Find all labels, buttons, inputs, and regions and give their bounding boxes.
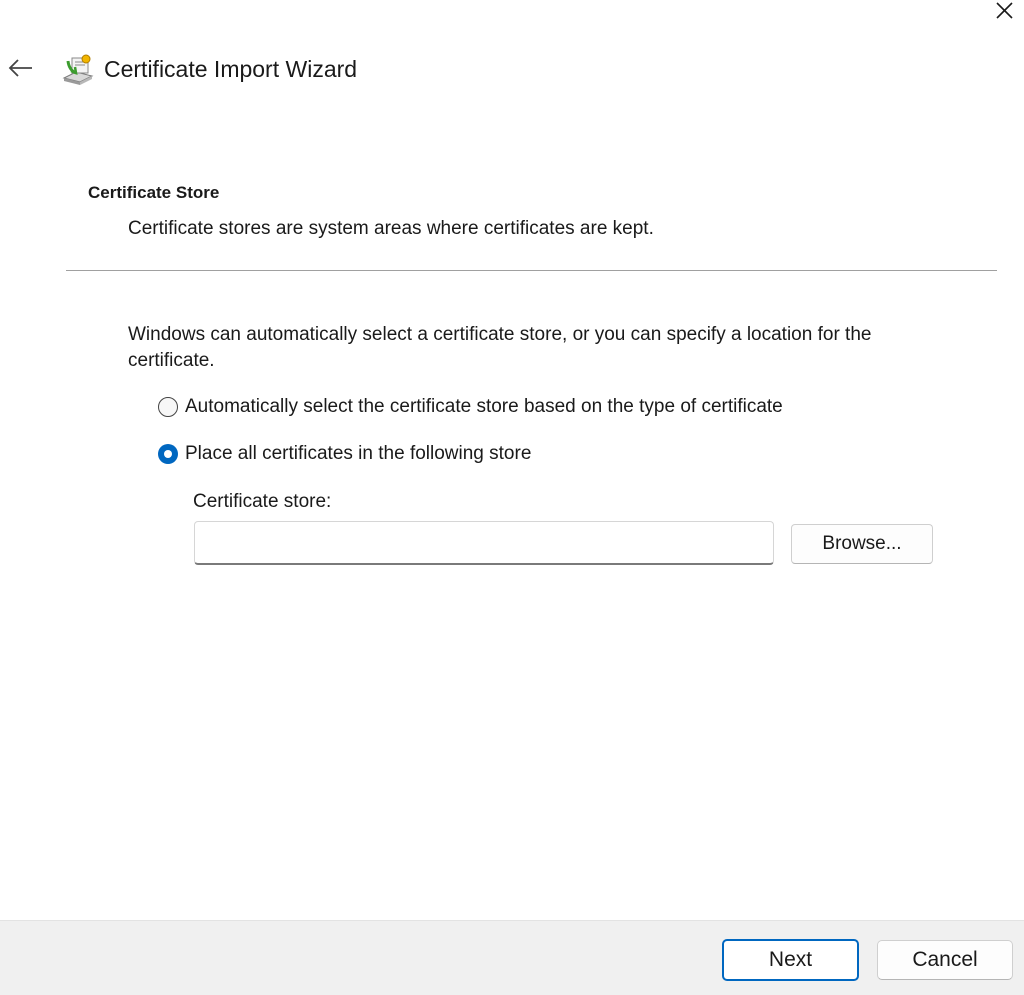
intro-text: Windows can automatically select a certi…: [128, 324, 872, 371]
cancel-button[interactable]: Cancel: [877, 940, 1013, 980]
back-button[interactable]: [4, 54, 36, 82]
certificate-store-label: Certificate store:: [193, 491, 332, 512]
close-button[interactable]: [990, 0, 1018, 24]
divider: [66, 270, 997, 271]
section-heading: Certificate Store: [88, 183, 220, 202]
next-button[interactable]: Next: [722, 939, 859, 981]
auto-select-store-option[interactable]: Automatically select the certificate sto…: [158, 396, 783, 418]
place-all-label[interactable]: Place all certificates in the following …: [185, 443, 531, 465]
wizard-title: Certificate Import Wizard: [104, 56, 358, 82]
auto-select-label[interactable]: Automatically select the certificate sto…: [185, 396, 783, 418]
section-description: Certificate stores are system areas wher…: [128, 218, 654, 239]
place-all-in-store-option[interactable]: Place all certificates in the following …: [158, 443, 531, 465]
certificate-icon: [60, 52, 96, 86]
arrow-left-icon: [8, 59, 32, 77]
place-all-radio[interactable]: [158, 444, 178, 464]
close-icon: [996, 2, 1013, 19]
auto-select-radio[interactable]: [158, 397, 178, 417]
browse-button[interactable]: Browse...: [791, 524, 933, 564]
footer-bar: [0, 920, 1024, 995]
certificate-import-wizard-window: Certificate Import Wizard Certificate St…: [0, 0, 1024, 995]
certificate-store-input[interactable]: [194, 521, 774, 565]
